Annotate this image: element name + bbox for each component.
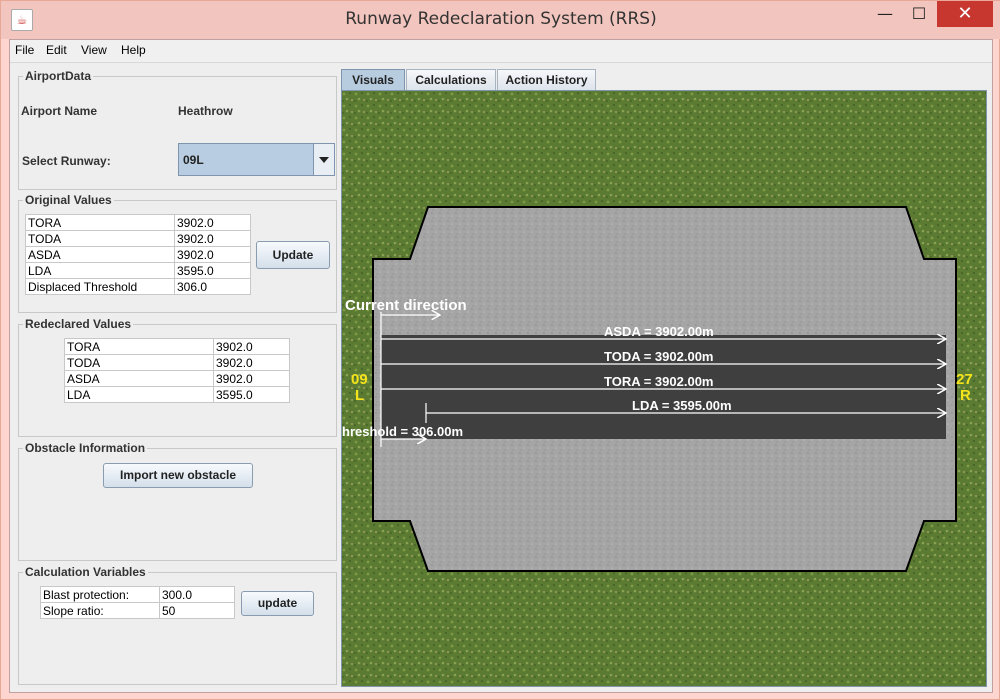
table-row[interactable]: TODA 3902.0 [64, 354, 290, 371]
update-variables-button[interactable]: update [241, 591, 314, 616]
right-designator-number: 27 [956, 371, 973, 388]
window-title: Runway Redeclaration System (RRS) [345, 9, 657, 29]
group-title: Redeclared Values [23, 317, 134, 331]
table-row[interactable]: Slope ratio: 50 [40, 602, 235, 619]
runway-visual: Current direction ASDA = 3902.00m TODA =… [342, 91, 986, 686]
table-cell[interactable]: 3902.0 [174, 246, 251, 263]
tab-visuals[interactable]: Visuals [341, 69, 405, 91]
current-direction-label: Current direction [345, 297, 467, 314]
menu-bar: File Edit View Help [10, 40, 992, 63]
menu-edit[interactable]: Edit [46, 43, 67, 57]
table-cell: 3595.0 [213, 386, 290, 403]
tab-calculations[interactable]: Calculations [406, 69, 496, 90]
table-cell: Blast protection: [40, 586, 160, 603]
maximize-button[interactable]: ☐ [905, 1, 933, 29]
runway-select[interactable]: 09L [178, 143, 335, 176]
table-cell[interactable]: 306.0 [174, 278, 251, 295]
table-cell: LDA [64, 386, 214, 403]
right-designator-letter: R [960, 387, 971, 404]
left-designator-number: 09 [351, 371, 368, 388]
table-cell: Displaced Threshold [25, 278, 175, 295]
table-row[interactable]: LDA 3595.0 [25, 262, 251, 279]
table-cell[interactable]: 3902.0 [174, 214, 251, 231]
menu-view[interactable]: View [81, 43, 107, 57]
table-row[interactable]: ASDA 3902.0 [64, 370, 290, 387]
table-cell[interactable]: 300.0 [159, 586, 235, 603]
close-button[interactable]: ✕ [937, 1, 993, 27]
runway-select-value: 09L [183, 153, 204, 167]
airport-name-value: Heathrow [178, 104, 233, 118]
original-values-table: TORA 3902.0 TODA 3902.0 ASDA 3902.0 LDA 3595… [25, 214, 251, 295]
menu-file[interactable]: File [15, 43, 34, 57]
airport-name-label: Airport Name [21, 104, 98, 118]
client-area: File Edit View Help AirportData Airport … [9, 39, 993, 693]
group-title: Obstacle Information [23, 441, 148, 455]
table-row[interactable]: Displaced Threshold 306.0 [25, 278, 251, 295]
group-title: AirportData [23, 69, 94, 83]
table-cell[interactable]: 50 [159, 602, 235, 619]
table-row[interactable]: TORA 3902.0 [64, 338, 290, 355]
import-obstacle-button[interactable]: Import new obstacle [103, 463, 253, 488]
update-original-button[interactable]: Update [256, 241, 330, 269]
table-cell: 3902.0 [213, 354, 290, 371]
table-cell: 3902.0 [213, 370, 290, 387]
minimize-button[interactable]: — [871, 1, 899, 29]
table-cell: ASDA [64, 370, 214, 387]
group-title: Calculation Variables [23, 565, 148, 579]
table-cell[interactable]: 3902.0 [174, 230, 251, 247]
redeclared-values-table: TORA 3902.0 TODA 3902.0 ASDA 3902.0 LDA 3595… [64, 338, 290, 403]
table-row[interactable]: TODA 3902.0 [25, 230, 251, 247]
toda-label: TODA = 3902.00m [604, 349, 713, 364]
table-cell: LDA [25, 262, 175, 279]
asda-label: ASDA = 3902.00m [604, 324, 714, 339]
runway-visual-panel: Current direction ASDA = 3902.00m TODA =… [341, 90, 987, 687]
chevron-down-icon[interactable] [313, 144, 334, 175]
table-row[interactable]: LDA 3595.0 [64, 386, 290, 403]
table-row[interactable]: ASDA 3902.0 [25, 246, 251, 263]
table-row[interactable]: TORA 3902.0 [25, 214, 251, 231]
table-cell: ASDA [25, 246, 175, 263]
application-window: ☕ Runway Redeclaration System (RRS) — ☐ … [0, 0, 1000, 700]
lda-label: LDA = 3595.00m [632, 398, 732, 413]
left-designator-letter: L [355, 387, 364, 404]
table-cell: TORA [25, 214, 175, 231]
calculation-variables-table: Blast protection: 300.0 Slope ratio: 50 [40, 586, 235, 619]
threshold-label: hreshold = 306.00m [342, 424, 463, 439]
menu-help[interactable]: Help [121, 43, 146, 57]
table-row[interactable]: Blast protection: 300.0 [40, 586, 235, 603]
table-cell: 3902.0 [213, 338, 290, 355]
select-runway-label: Select Runway: [22, 154, 111, 168]
table-cell[interactable]: 3595.0 [174, 262, 251, 279]
title-bar[interactable]: ☕ Runway Redeclaration System (RRS) — ☐ … [1, 1, 1000, 39]
table-cell: Slope ratio: [40, 602, 160, 619]
table-cell: TODA [64, 354, 214, 371]
table-cell: TORA [64, 338, 214, 355]
group-title: Original Values [23, 193, 114, 207]
table-cell: TODA [25, 230, 175, 247]
tab-action-history[interactable]: Action History [497, 69, 596, 90]
tora-label: TORA = 3902.00m [604, 374, 713, 389]
